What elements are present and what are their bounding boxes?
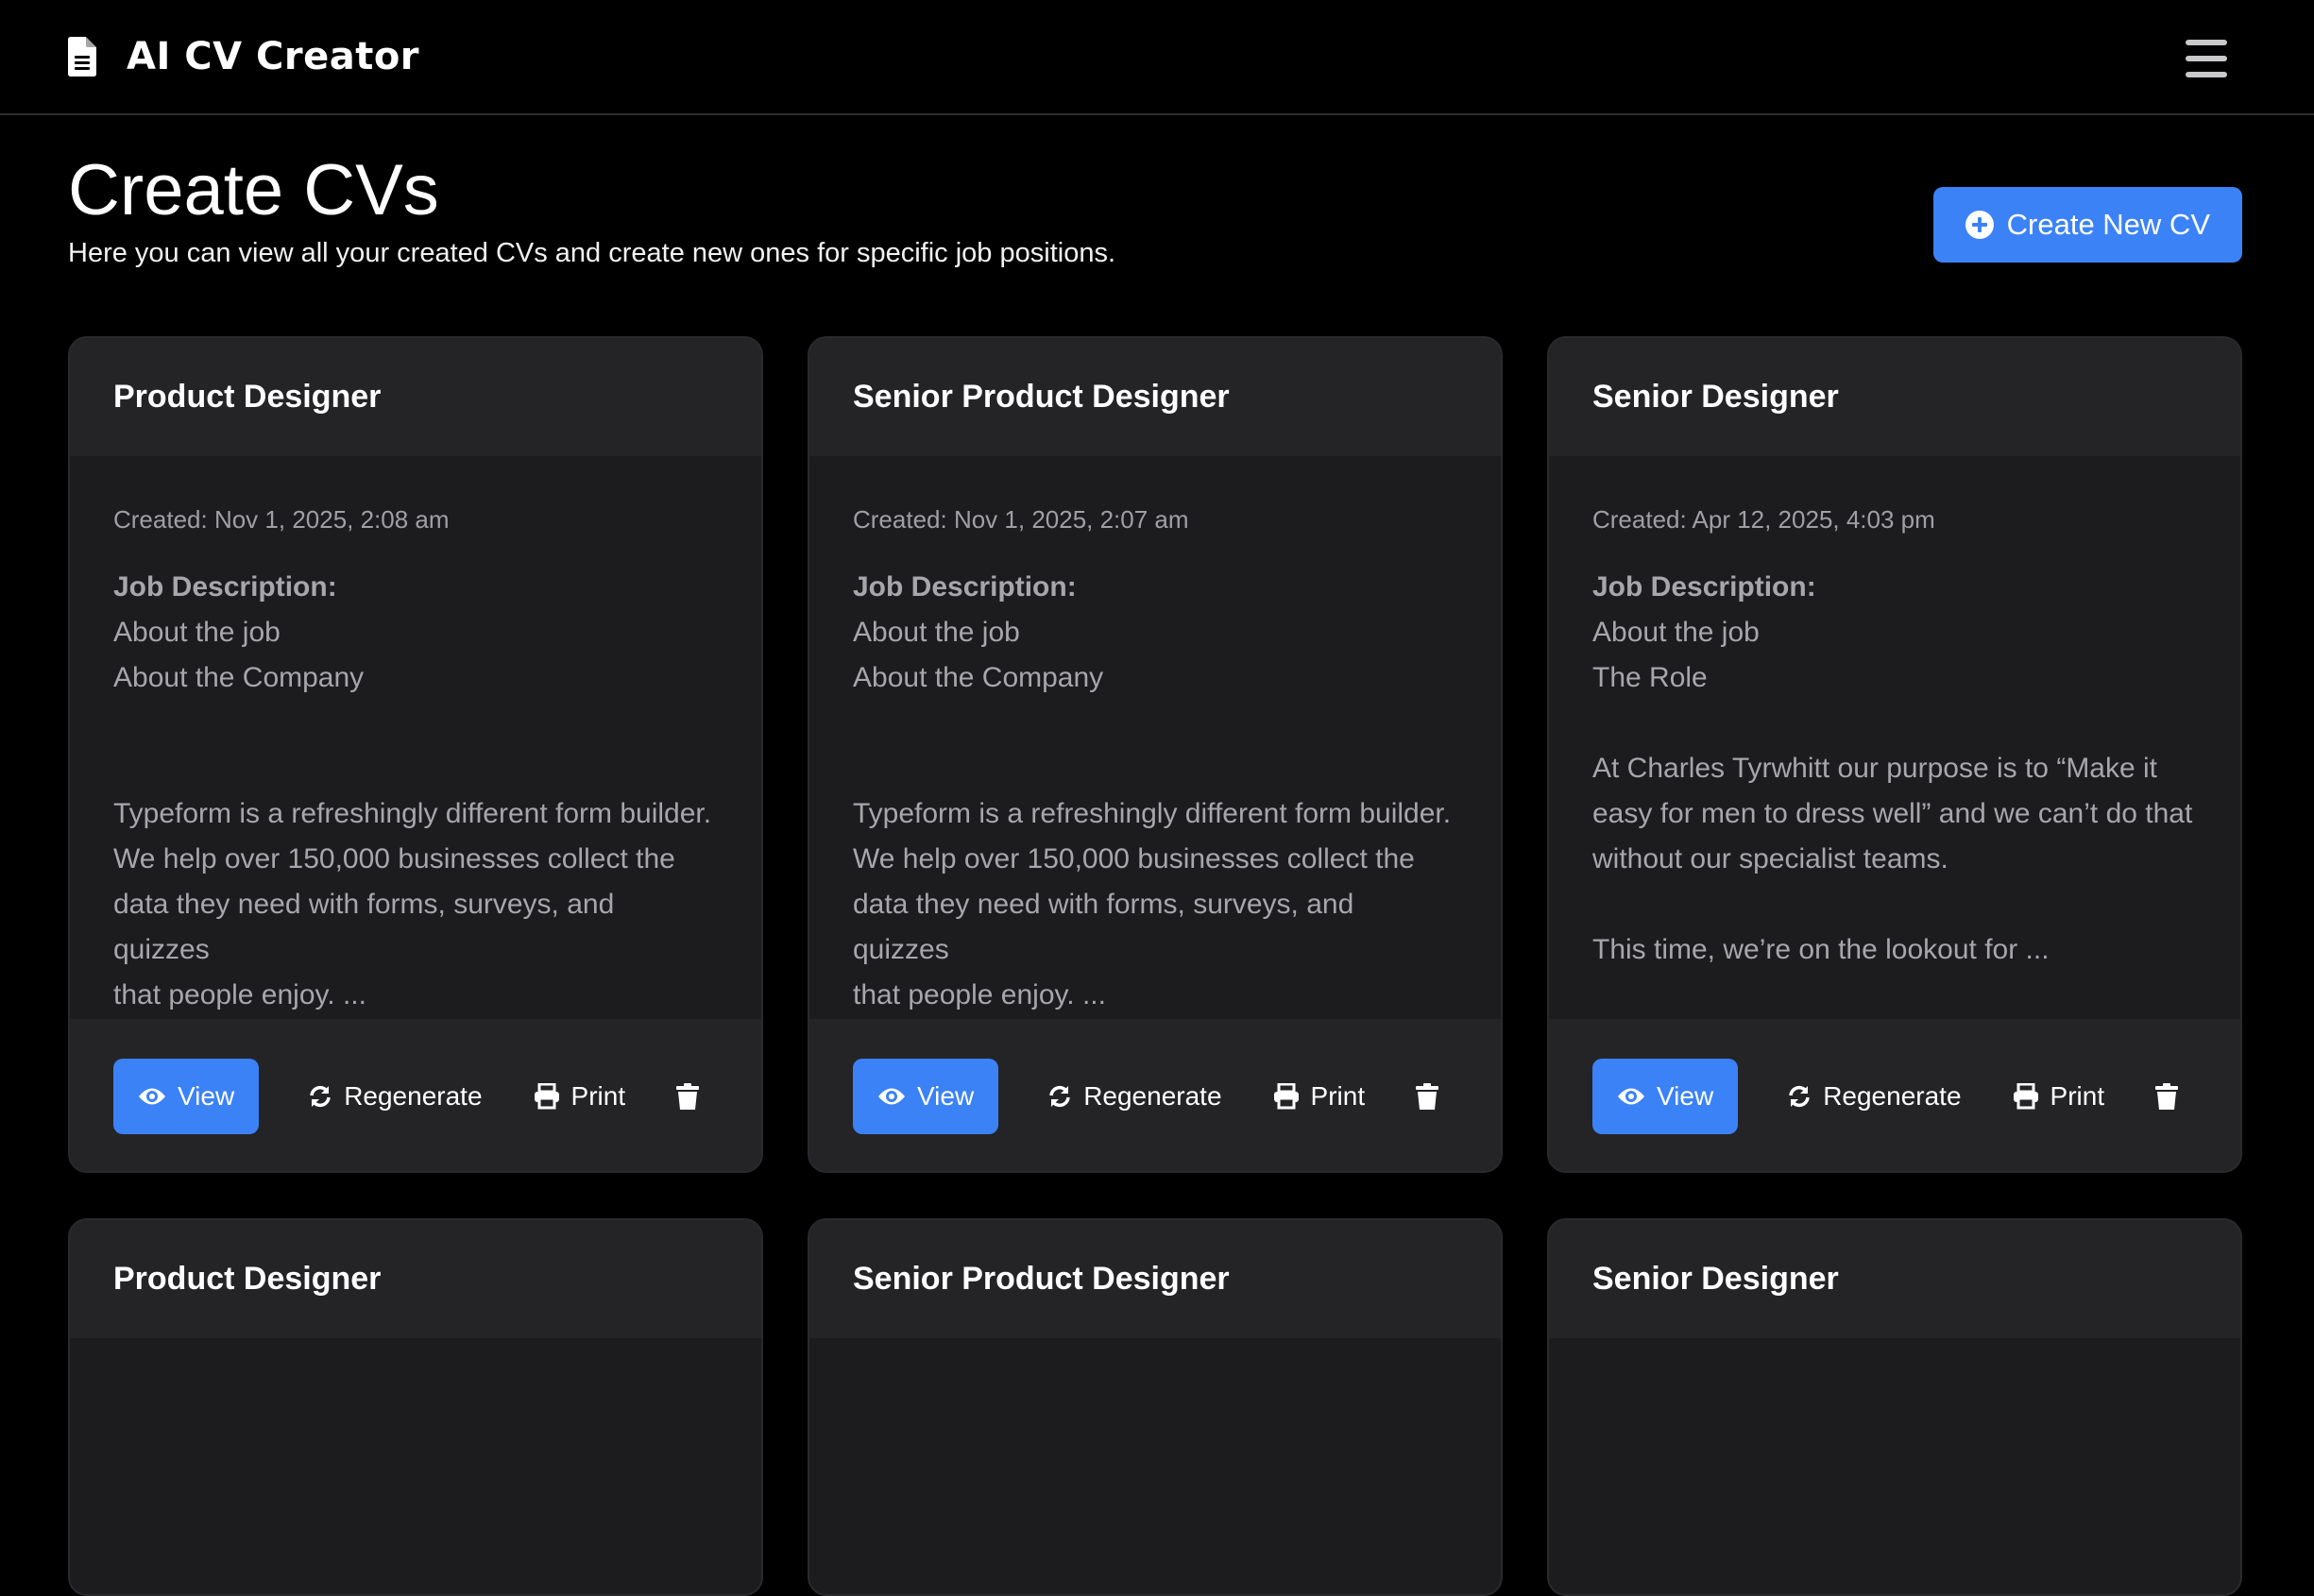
view-label: View bbox=[1657, 1080, 1714, 1111]
printer-icon bbox=[2013, 1082, 2038, 1109]
card-title: Senior Product Designer bbox=[853, 1261, 1230, 1297]
sync-icon bbox=[1049, 1085, 1070, 1107]
card-header: Product Designer bbox=[70, 1220, 761, 1338]
card-header: Product Designer bbox=[70, 338, 761, 456]
regenerate-button[interactable]: Regenerate bbox=[1787, 1080, 1962, 1112]
sync-icon bbox=[310, 1085, 331, 1107]
page-header: Create CVs Here you can view all your cr… bbox=[68, 151, 2242, 283]
printer-icon bbox=[1273, 1082, 1299, 1109]
created-date: Created: Nov 1, 2025, 2:07 am bbox=[853, 505, 1189, 534]
card-body: Created: Nov 1, 2025, 2:08 am Job Descri… bbox=[70, 456, 761, 1019]
delete-button[interactable] bbox=[1416, 1082, 1439, 1110]
job-description-text: About the job About the Company Typeform… bbox=[853, 617, 1452, 1010]
job-description-text: About the job The Role At Charles Tyrwhi… bbox=[1592, 617, 2193, 965]
job-description-text: About the job About the Company Typeform… bbox=[113, 617, 712, 1010]
view-button[interactable]: View bbox=[113, 1058, 260, 1134]
created-date: Created: Apr 12, 2025, 4:03 pm bbox=[1592, 505, 1935, 534]
brand[interactable]: AI CV Creator bbox=[68, 35, 419, 78]
card-title: Product Designer bbox=[113, 1261, 382, 1297]
create-new-cv-button[interactable]: Create New CV bbox=[1932, 187, 2242, 263]
print-label: Print bbox=[570, 1080, 626, 1111]
card-header: Senior Designer bbox=[1549, 1220, 2240, 1338]
trash-icon bbox=[2155, 1082, 2179, 1110]
job-description-label: Job Description: bbox=[113, 571, 337, 603]
print-label: Print bbox=[2050, 1080, 2105, 1111]
regenerate-button[interactable]: Regenerate bbox=[308, 1080, 483, 1112]
app-title: AI CV Creator bbox=[127, 35, 420, 78]
eye-icon bbox=[139, 1088, 165, 1104]
printer-icon bbox=[534, 1082, 559, 1109]
card-header: Senior Designer bbox=[1549, 338, 2240, 456]
create-new-cv-label: Create New CV bbox=[2006, 208, 2210, 241]
regenerate-button[interactable]: Regenerate bbox=[1047, 1080, 1222, 1112]
card-header: Senior Product Designer bbox=[809, 1220, 1501, 1338]
sync-icon bbox=[1789, 1085, 1810, 1107]
eye-icon bbox=[1618, 1088, 1644, 1104]
navbar: AI CV Creator bbox=[0, 0, 2314, 115]
view-button[interactable]: View bbox=[1592, 1058, 1739, 1134]
print-button[interactable]: Print bbox=[534, 1080, 626, 1112]
cv-card: Senior Designer bbox=[1547, 1218, 2242, 1596]
trash-icon bbox=[676, 1082, 700, 1110]
card-header: Senior Product Designer bbox=[809, 338, 1501, 456]
cv-card: Senior Product Designer Created: Nov 1, … bbox=[808, 336, 1503, 1173]
delete-button[interactable] bbox=[2155, 1082, 2179, 1110]
card-actions: View Regenerate Print bbox=[70, 1019, 761, 1171]
card-title: Senior Designer bbox=[1592, 379, 1839, 415]
view-label: View bbox=[917, 1080, 975, 1111]
created-date: Created: Nov 1, 2025, 2:08 am bbox=[113, 505, 450, 534]
regenerate-label: Regenerate bbox=[344, 1080, 483, 1111]
plus-circle-icon bbox=[1965, 211, 1994, 239]
hamburger-menu-icon[interactable] bbox=[2186, 40, 2227, 77]
delete-button[interactable] bbox=[676, 1082, 700, 1110]
card-title: Senior Designer bbox=[1592, 1261, 1839, 1297]
card-actions: View Regenerate Print bbox=[1549, 1019, 2240, 1171]
view-label: View bbox=[178, 1080, 235, 1111]
trash-icon bbox=[1416, 1082, 1439, 1110]
print-button[interactable]: Print bbox=[1273, 1080, 1366, 1112]
cv-card: Senior Designer Created: Apr 12, 2025, 4… bbox=[1547, 336, 2242, 1173]
job-description-label: Job Description: bbox=[1592, 571, 1816, 603]
page-subtitle: Here you can view all your created CVs a… bbox=[68, 238, 1116, 268]
view-button[interactable]: View bbox=[853, 1058, 999, 1134]
cv-card-grid: Product Designer Created: Nov 1, 2025, 2… bbox=[68, 336, 2242, 1596]
card-body: Created: Apr 12, 2025, 4:03 pm Job Descr… bbox=[1549, 456, 2240, 1019]
card-title: Senior Product Designer bbox=[853, 379, 1230, 415]
cv-card: Senior Product Designer bbox=[808, 1218, 1503, 1596]
cv-card: Product Designer Created: Nov 1, 2025, 2… bbox=[68, 336, 763, 1173]
page-title: Create CVs bbox=[68, 150, 439, 230]
eye-icon bbox=[878, 1088, 905, 1104]
regenerate-label: Regenerate bbox=[1823, 1080, 1962, 1111]
cv-card: Product Designer bbox=[68, 1218, 763, 1596]
regenerate-label: Regenerate bbox=[1083, 1080, 1222, 1111]
file-lines-icon bbox=[68, 37, 96, 76]
card-title: Product Designer bbox=[113, 379, 382, 415]
print-button[interactable]: Print bbox=[2013, 1080, 2105, 1112]
card-actions: View Regenerate Print bbox=[809, 1019, 1501, 1171]
job-description-label: Job Description: bbox=[853, 571, 1077, 603]
card-body: Created: Nov 1, 2025, 2:07 am Job Descri… bbox=[809, 456, 1501, 1019]
print-label: Print bbox=[1310, 1080, 1366, 1111]
